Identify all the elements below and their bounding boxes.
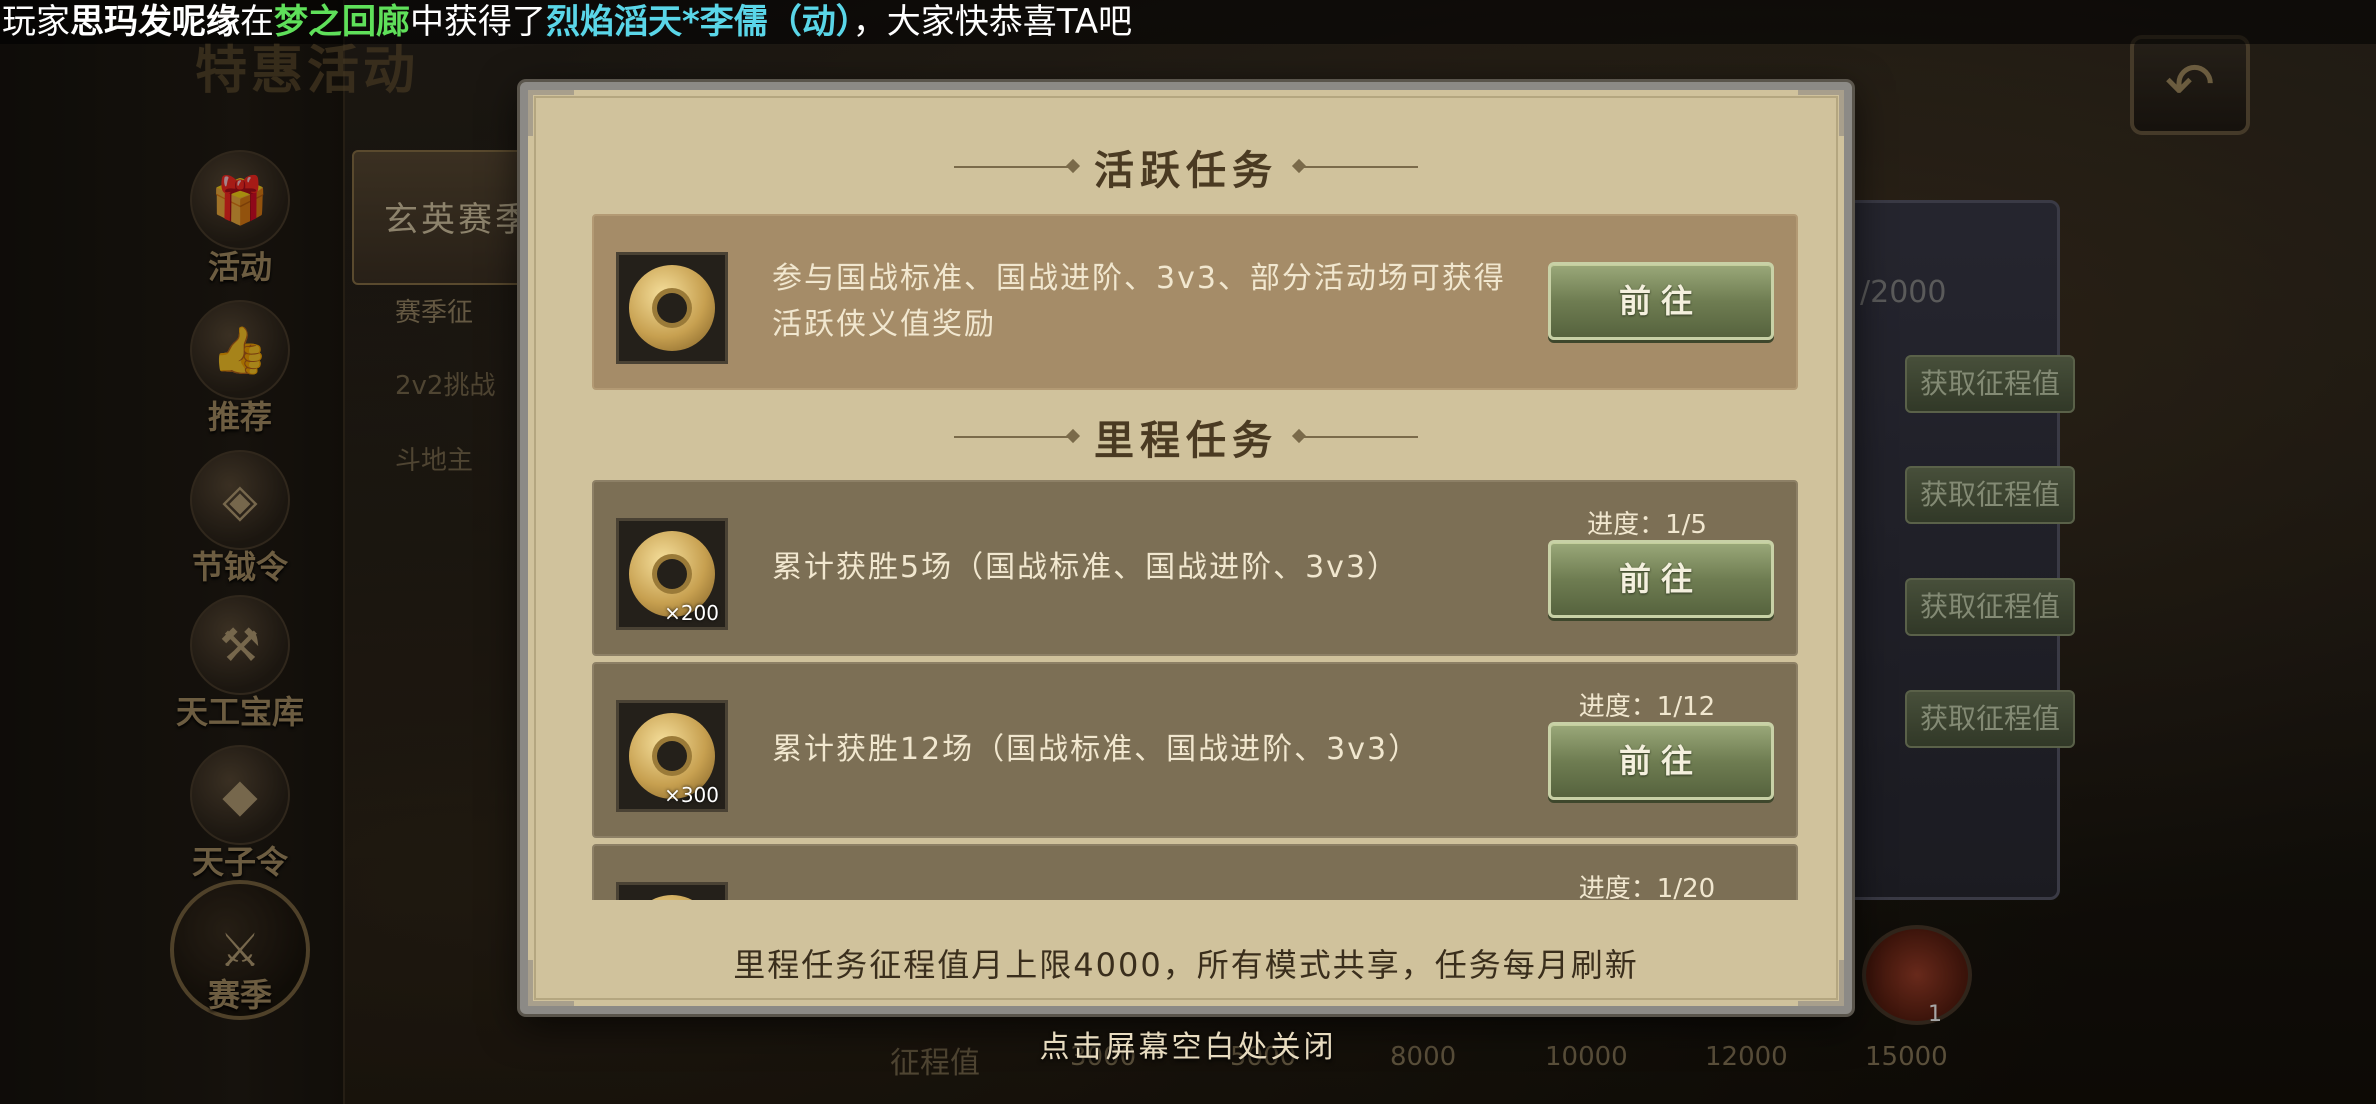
milestone-task-list[interactable]: ×200 累计获胜5场（国战标准、国战进阶、3v3） 进度：1/5 前往 ×30…	[528, 480, 1844, 900]
marquee-player-name: 思玛发呢缘	[70, 2, 240, 42]
reward-quantity: ×200	[664, 601, 719, 625]
marquee-suffix: ，大家快恭喜TA吧	[852, 2, 1133, 42]
title-ornament	[954, 436, 1074, 438]
coin-icon	[629, 895, 715, 900]
marquee-obtained: 中获得了	[410, 2, 546, 42]
task-modal: 活跃任务 参与国战标准、国战进阶、3v3、部分活动场可获得活跃侠义值奖励 前往 …	[520, 82, 1852, 1014]
milestone-task-row: ×300 累计获胜12场（国战标准、国战进阶、3v3） 进度：1/12 前往	[592, 662, 1798, 838]
go-button[interactable]: 前往	[1548, 722, 1774, 800]
reward-quantity: ×300	[664, 783, 719, 807]
go-button[interactable]: 前往	[1548, 540, 1774, 618]
reward-icon-frame	[616, 882, 728, 900]
reward-icon-frame: ×200	[616, 518, 728, 630]
marquee-item-name: 烈焰滔天*李儒（动）	[546, 2, 853, 42]
milestone-tasks-heading: 里程任务	[528, 408, 1844, 466]
task-progress: 进度：1/5	[1587, 510, 1707, 540]
modal-footer-note: 里程任务征程值月上限4000，所有模式共享，任务每月刷新	[733, 946, 1639, 984]
corner-ornament	[528, 90, 574, 136]
title-ornament	[1298, 436, 1418, 438]
section-title: 里程任务	[1094, 417, 1278, 464]
close-hint: 点击屏幕空白处关闭	[1039, 1030, 1337, 1065]
task-progress: 进度：1/12	[1578, 692, 1716, 722]
reward-icon-frame: ×300	[616, 700, 728, 812]
title-ornament	[954, 166, 1074, 168]
go-button[interactable]: 前往	[1548, 262, 1774, 340]
marquee-place: 梦之回廊	[274, 2, 410, 42]
marquee-prefix: 玩家	[2, 2, 70, 42]
active-task-row: 参与国战标准、国战进阶、3v3、部分活动场可获得活跃侠义值奖励 前往	[592, 214, 1798, 390]
broadcast-marquee: 玩家思玛发呢缘在梦之回廊中获得了烈焰滔天*李儒（动），大家快恭喜TA吧	[0, 0, 2376, 44]
task-description: 累计获胜12场（国战标准、国战进阶、3v3）	[772, 732, 1421, 767]
task-progress: 进度：1/20	[1578, 874, 1716, 900]
milestone-task-row: 进度：1/20 前往	[592, 844, 1798, 900]
milestone-task-row: ×200 累计获胜5场（国战标准、国战进阶、3v3） 进度：1/5 前往	[592, 480, 1798, 656]
section-title: 活跃任务	[1094, 147, 1278, 194]
task-description: 累计获胜5场（国战标准、国战进阶、3v3）	[772, 550, 1400, 585]
marquee-in: 在	[240, 2, 274, 42]
reward-icon-frame	[616, 252, 728, 364]
task-description: 参与国战标准、国战进阶、3v3、部分活动场可获得活跃侠义值奖励	[772, 261, 1506, 342]
title-ornament	[1298, 166, 1418, 168]
corner-ornament	[1798, 90, 1844, 136]
active-tasks-heading: 活跃任务	[528, 138, 1844, 196]
coin-icon	[629, 265, 715, 351]
